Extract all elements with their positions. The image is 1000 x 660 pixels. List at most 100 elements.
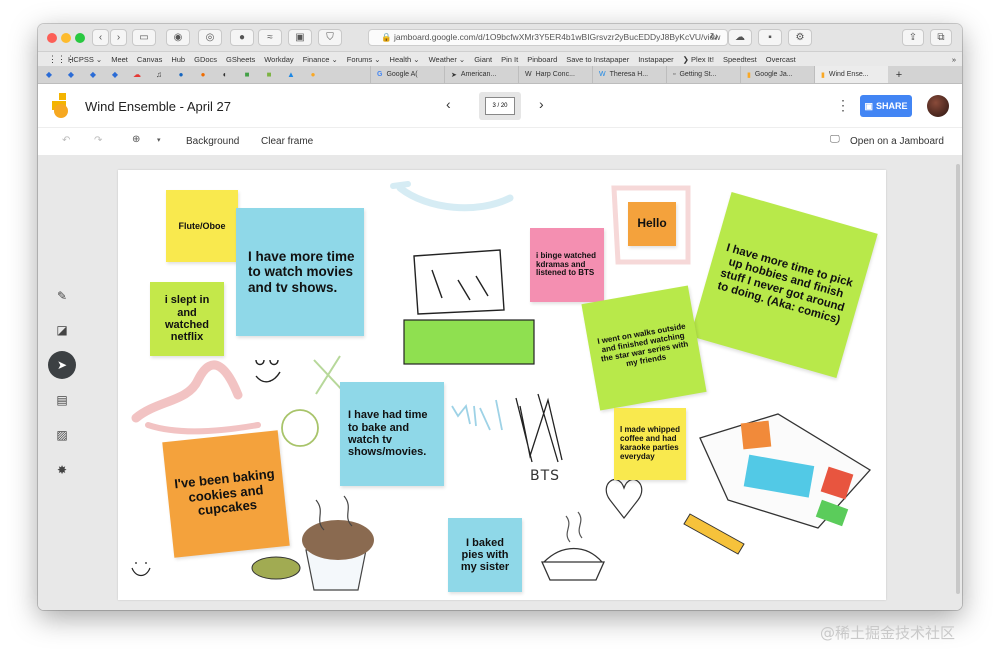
pinned-tab-icon[interactable]: ◆ — [85, 69, 101, 81]
bookmark[interactable]: Overcast — [766, 55, 796, 64]
image-tool[interactable]: ▨ — [48, 421, 76, 449]
sticky-note[interactable]: I went on walks outside and finished wat… — [581, 285, 707, 411]
next-frame-button[interactable]: › — [539, 96, 544, 112]
browser-tab[interactable]: G Google A( — [370, 66, 444, 83]
open-on-jamboard-button[interactable]: Open on a Jamboard — [850, 136, 944, 147]
pinned-tab-icon[interactable]: ☁ — [129, 69, 145, 81]
pinned-tab-icon[interactable]: ◆ — [107, 69, 123, 81]
tab-label: Getting St... — [679, 71, 717, 78]
share-button[interactable]: ▣ SHARE — [860, 95, 912, 117]
address-bar[interactable]: 🔒 jamboard.google.com/d/1O9bcfwXMr3Y5ER4… — [368, 29, 728, 46]
more-options-icon[interactable]: ⋮ — [836, 97, 850, 114]
browser-tab[interactable]: ▮ Google Ja... — [740, 66, 814, 83]
bookmark[interactable]: Health ⌄ — [390, 55, 420, 64]
bookmark[interactable]: Giant — [474, 55, 492, 64]
cursor-icon: ➤ — [451, 71, 457, 79]
sticky-note[interactable]: I made whipped coffee and had karaoke pa… — [614, 408, 686, 480]
prev-frame-button[interactable]: ‹ — [446, 96, 451, 112]
bookmark[interactable]: Pinboard — [527, 55, 557, 64]
browser-tab[interactable]: ▫ Getting St... — [666, 66, 740, 83]
sticky-note[interactable]: I've been baking cookies and cupcakes — [162, 430, 290, 558]
sidebar-icon[interactable]: ▭ — [132, 29, 156, 46]
shield-icon[interactable]: ⛉ — [318, 29, 342, 46]
pinned-tab-icon[interactable]: ● — [305, 69, 321, 81]
clear-frame-button[interactable]: Clear frame — [261, 136, 313, 147]
cloud-icon[interactable]: ☁ — [728, 29, 752, 46]
browser-tab[interactable]: ➤ American... — [444, 66, 518, 83]
bookmark[interactable]: Instapaper — [638, 55, 673, 64]
tabs-overview-icon[interactable]: ⧉ — [930, 29, 952, 46]
blue-dash — [390, 181, 411, 189]
pinned-tab-icon[interactable]: ◆ — [41, 69, 57, 81]
minimize-window-button[interactable] — [61, 33, 71, 43]
bookmark[interactable]: GDocs — [194, 55, 217, 64]
bookmark[interactable]: Workday — [264, 55, 293, 64]
bookmark[interactable]: Forums ⌄ — [347, 55, 381, 64]
browser-tab-active[interactable]: ▮ Wind Ense... — [814, 66, 888, 83]
select-tool[interactable]: ➤ — [48, 351, 76, 379]
pinned-tab-icon[interactable]: ● — [195, 69, 211, 81]
sticky-note[interactable]: Flute/Oboe — [166, 190, 238, 262]
frame-bar[interactable]: 3 / 20 — [479, 92, 521, 120]
scrollbar[interactable] — [956, 164, 960, 594]
sticky-note[interactable]: I baked pies with my sister — [448, 518, 522, 592]
more-bookmarks-icon[interactable]: » — [952, 55, 956, 64]
zoom-icon[interactable]: ⊕ — [132, 134, 140, 145]
extension-icon[interactable]: ◎ — [198, 29, 222, 46]
bookmark[interactable]: GSheets — [226, 55, 255, 64]
bookmark[interactable]: Weather ⌄ — [429, 55, 466, 64]
pinned-tab-icon[interactable]: ● — [173, 69, 189, 81]
extension-icon[interactable]: ◉ — [166, 29, 190, 46]
reload-icon[interactable]: ↻ — [706, 29, 722, 46]
jam-frame[interactable]: Flute/Oboe I have more time to watch mov… — [118, 170, 886, 600]
jamboard-header: Wind Ensemble - April 27 ‹ 3 / 20 › ⋮ ▣ S… — [38, 84, 962, 128]
browser-tab[interactable]: W Theresa H... — [592, 66, 666, 83]
bookmark[interactable]: Speedtest — [723, 55, 757, 64]
gear-icon[interactable]: ⚙ — [788, 29, 812, 46]
sticky-note[interactable]: I have had time to bake and watch tv sho… — [340, 382, 444, 486]
bookmark[interactable]: Save to Instapaper — [566, 55, 629, 64]
bookmark[interactable]: Pin It — [501, 55, 518, 64]
tab-bar: ◆ ◆ ◆ ◆ ☁ ♫ ● ● ◐ ■ ■ ▲ ● G Google A( ➤ Am… — [38, 66, 962, 84]
back-button[interactable]: ‹ — [92, 29, 109, 46]
extension-icon[interactable]: ▪ — [758, 29, 782, 46]
bts-doodle — [515, 393, 563, 463]
pinned-tab-icon[interactable] — [327, 69, 367, 81]
redo-icon[interactable]: ↷ — [94, 135, 102, 146]
close-window-button[interactable] — [47, 33, 57, 43]
browser-tab[interactable]: W Harp Conc... — [518, 66, 592, 83]
bookmark[interactable]: Hub — [171, 55, 185, 64]
pinned-tab-icon[interactable]: ▲ — [283, 69, 299, 81]
avatar[interactable] — [927, 95, 949, 117]
sticky-note[interactable]: Hello — [628, 202, 676, 246]
grid-icon[interactable]: ⋮⋮⋮ — [48, 54, 75, 65]
zoom-dropdown-icon[interactable]: ▾ — [157, 136, 161, 144]
forward-button[interactable]: › — [110, 29, 127, 46]
sticky-note[interactable]: i slept in and watched netflix — [150, 282, 224, 356]
extension-icon[interactable]: ● — [230, 29, 254, 46]
undo-icon[interactable]: ↶ — [62, 135, 70, 146]
bookmark[interactable]: Canvas — [137, 55, 162, 64]
browser-toolbar: ‹ › ▭ ◉ ◎ ● ≈ ▣ ⛉ 🔒 jamboard.google.com/… — [38, 24, 962, 52]
sticky-note[interactable]: I have more time to watch movies and tv … — [236, 208, 364, 336]
extension-icon[interactable]: ▣ — [288, 29, 312, 46]
sticky-note-tool[interactable]: ▤ — [48, 386, 76, 414]
board-title[interactable]: Wind Ensemble - April 27 — [85, 99, 231, 114]
rss-icon[interactable]: ≈ — [258, 29, 282, 46]
laser-tool[interactable]: ✸ — [48, 456, 76, 484]
pinned-tab-icon[interactable]: ♫ — [151, 69, 167, 81]
zoom-window-button[interactable] — [75, 33, 85, 43]
background-button[interactable]: Background — [186, 136, 239, 147]
pinned-tab-icon[interactable]: ■ — [239, 69, 255, 81]
pen-tool[interactable]: ✎ — [48, 282, 76, 310]
share-page-icon[interactable]: ⇪ — [902, 29, 924, 46]
bookmark[interactable]: ❯ Plex It! — [683, 55, 714, 64]
eraser-tool[interactable]: ◪ — [48, 316, 76, 344]
new-tab-button[interactable]: + — [891, 69, 907, 81]
pinned-tab-icon[interactable]: ◆ — [63, 69, 79, 81]
pinned-tab-icon[interactable]: ◐ — [217, 69, 233, 81]
bookmark[interactable]: Meet — [111, 55, 128, 64]
bookmark[interactable]: Finance ⌄ — [303, 55, 338, 64]
pinned-tab-icon[interactable]: ■ — [261, 69, 277, 81]
sticky-note[interactable]: i binge watched kdramas and listened to … — [530, 228, 604, 302]
